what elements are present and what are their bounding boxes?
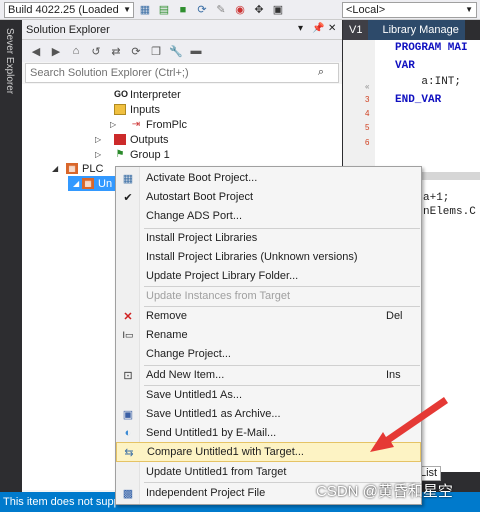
menu-item-add-new-item[interactable]: ⊡ Add New Item... Ins (116, 365, 421, 385)
back-icon[interactable]: ◀ (28, 43, 44, 59)
toolbar-grid-icon[interactable]: ▦ (137, 2, 153, 18)
code-line-4[interactable]: END_VAR (395, 94, 441, 106)
server-explorer-tab[interactable]: Sever Explorer (4, 28, 15, 94)
editor-gutter: « 3 4 5 6 (343, 40, 375, 172)
project-context-menu: ▦ Activate Boot Project... ✔ Autostart B… (115, 166, 422, 505)
editor-tabs: V1 Library Manage (343, 20, 480, 40)
menu-item-change-ads-port[interactable]: Change ADS Port... (116, 206, 421, 226)
build-config-dropdown[interactable]: Build 4022.25 (Loaded ▼ (4, 1, 134, 18)
chevron-down-icon: ▼ (123, 4, 131, 14)
inputs-icon (114, 104, 126, 115)
project-icon: ▦ (82, 178, 94, 189)
menu-item-update-from-target[interactable]: Update Untitled1 from Target (116, 462, 421, 482)
fromplc-icon: ⇥ (131, 119, 141, 130)
menu-item-install-project-libraries-unknown[interactable]: Install Project Libraries (Unknown versi… (116, 247, 421, 267)
sync-icon[interactable]: ⇄ (108, 43, 124, 59)
menu-item-update-project-library-folder[interactable]: Update Project Library Folder... (116, 266, 421, 286)
menu-item-rename[interactable]: I▭ Rename (116, 325, 421, 345)
tab-library-manager[interactable]: Library Manage (368, 20, 465, 40)
pin-icon[interactable]: 📌 (312, 23, 324, 34)
close-icon[interactable]: ✕ (328, 23, 336, 34)
home-icon[interactable]: ⌂ (68, 43, 84, 59)
solution-explorer-toolbar: ◀ ▶ ⌂ ↺ ⇄ ⟳ ❐ 🔧 ▬ (22, 40, 342, 62)
add-item-icon: ⊡ (123, 369, 133, 382)
forward-icon[interactable]: ▶ (48, 43, 64, 59)
expand-arrow-icon[interactable]: ▷ (110, 120, 116, 129)
solution-explorer-title: Solution Explorer (26, 23, 110, 36)
email-icon: ◐ (124, 427, 132, 439)
rename-icon: I▭ (122, 329, 134, 340)
menu-item-remove[interactable]: ✕ Remove Del (116, 306, 421, 326)
tree-item-plc[interactable]: ▦ PLC (66, 161, 103, 176)
check-icon: ✔ (123, 191, 133, 204)
code-bottom-line-2[interactable]: nElems.C (423, 206, 476, 218)
toolbar-refresh-icon[interactable]: ⟳ (194, 2, 210, 18)
menu-item-update-instances-from-target: Update Instances from Target (146, 290, 291, 302)
collapse-arrow-icon[interactable]: ◢ (73, 179, 79, 188)
tree-item-group-1[interactable]: ⚑ Group 1 (114, 147, 170, 162)
status-text: This item does not supp (3, 496, 120, 508)
show-files-icon[interactable]: ❐ (148, 43, 164, 59)
toolbar-chart-icon[interactable]: ▤ (156, 2, 172, 18)
toolbar-settings-icon[interactable]: ◉ (232, 2, 248, 18)
collapse-arrow-icon[interactable]: ◢ (52, 164, 58, 173)
outputs-icon (114, 134, 126, 145)
menu-item-change-project[interactable]: Change Project... (116, 344, 421, 364)
toolbar-tool-icon[interactable]: ✎ (213, 2, 229, 18)
refresh-icon[interactable]: ⟳ (128, 43, 144, 59)
interpreter-icon: GO (114, 89, 129, 99)
code-line-1[interactable]: PROGRAM MAI (395, 42, 468, 54)
menu-item-install-project-libraries[interactable]: Install Project Libraries (116, 228, 421, 248)
menu-item-activate-boot-project[interactable]: ▦ Activate Boot Project... (116, 168, 421, 188)
tree-item-fromplc[interactable]: ⇥ FromPlc (130, 117, 187, 132)
search-placeholder: Search Solution Explorer (Ctrl+;) (30, 67, 189, 79)
left-tool-strip: Sever Explorer (0, 20, 22, 492)
code-line-2[interactable]: VAR (395, 60, 415, 72)
menu-item-save-as-archive[interactable]: ▣ Save Untitled1 as Archive... (116, 404, 421, 424)
toolbar-move-icon[interactable]: ✥ (251, 2, 267, 18)
target-dropdown[interactable]: <Local> ▼ (342, 2, 477, 18)
toolbar-debug-icon[interactable]: ▣ (270, 2, 286, 18)
archive-icon: ▣ (122, 408, 134, 421)
tree-item-inputs[interactable]: Inputs (114, 102, 160, 117)
search-icon[interactable]: ⌕ (318, 66, 324, 79)
chevron-down-icon: ▼ (465, 5, 473, 14)
plc-icon: ▦ (66, 163, 78, 174)
watermark-text: CSDN @黄昏和星空 (316, 483, 453, 500)
code-bottom-line-1[interactable]: a+1; (423, 192, 449, 204)
pane-options-icon[interactable]: ▾ (298, 23, 303, 34)
expand-arrow-icon[interactable]: ▷ (95, 135, 101, 144)
target-value: <Local> (346, 4, 386, 16)
preview-icon[interactable]: ▬ (188, 43, 204, 59)
properties-icon[interactable]: 🔧 (168, 43, 184, 59)
menu-item-save-as[interactable]: Save Untitled1 As... (116, 385, 421, 405)
tree-item-interpreter[interactable]: GO Interpreter (114, 87, 181, 102)
group-icon: ⚑ (115, 149, 125, 160)
build-config-value: Build 4022.25 (Loaded (8, 3, 119, 16)
history-icon[interactable]: ↺ (88, 43, 104, 59)
menu-item-compare-with-target[interactable]: ⇆ Compare Untitled1 with Target... (116, 442, 421, 462)
code-line-3[interactable]: a:INT; (395, 76, 461, 88)
tree-item-outputs[interactable]: Outputs (114, 132, 169, 147)
menu-item-autostart-boot-project[interactable]: ✔ Autostart Boot Project (116, 187, 421, 207)
remove-icon: ✕ (123, 310, 133, 323)
toolbar-activate-icon[interactable]: ■ (175, 2, 191, 18)
boot-icon: ▦ (122, 172, 134, 185)
save-icon: ▩ (122, 487, 134, 500)
search-input[interactable]: Search Solution Explorer (Ctrl+;) ⌕ (25, 63, 339, 83)
menu-item-send-by-email[interactable]: ◐ Send Untitled1 by E-Mail... (116, 423, 421, 443)
solution-explorer-header: Solution Explorer ▾ 📌 ✕ (22, 20, 342, 40)
tab-v1[interactable]: V1 (343, 20, 369, 40)
compare-icon: ⇆ (124, 446, 134, 459)
expand-arrow-icon[interactable]: ▷ (95, 150, 101, 159)
